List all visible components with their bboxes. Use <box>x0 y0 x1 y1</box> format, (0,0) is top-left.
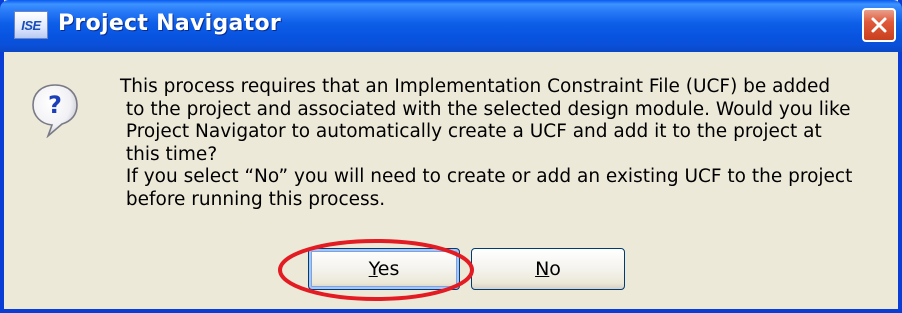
yes-button[interactable]: Yes <box>308 248 460 290</box>
yes-mnemonic: Y <box>368 258 378 280</box>
title-bar[interactable]: ISE Project Navigator <box>0 0 902 52</box>
no-label-rest: o <box>549 258 561 280</box>
window-title: Project Navigator <box>58 11 282 36</box>
dialog-window: ISE Project Navigator ? This process req… <box>0 0 902 313</box>
no-mnemonic: N <box>535 258 550 280</box>
close-button[interactable] <box>862 8 896 42</box>
svg-text:?: ? <box>48 91 62 119</box>
close-icon <box>871 17 887 33</box>
yes-label-rest: es <box>377 258 400 280</box>
ise-app-icon: ISE <box>14 11 48 39</box>
no-button-label: No <box>535 258 561 280</box>
dialog-content: ? This process requires that an Implemen… <box>4 52 898 309</box>
question-icon: ? <box>32 84 78 138</box>
no-button[interactable]: No <box>471 248 625 290</box>
app-icon-label: ISE <box>21 17 41 33</box>
message-text: This process requires that an Implementa… <box>120 76 853 210</box>
yes-button-label: Yes <box>369 258 400 280</box>
